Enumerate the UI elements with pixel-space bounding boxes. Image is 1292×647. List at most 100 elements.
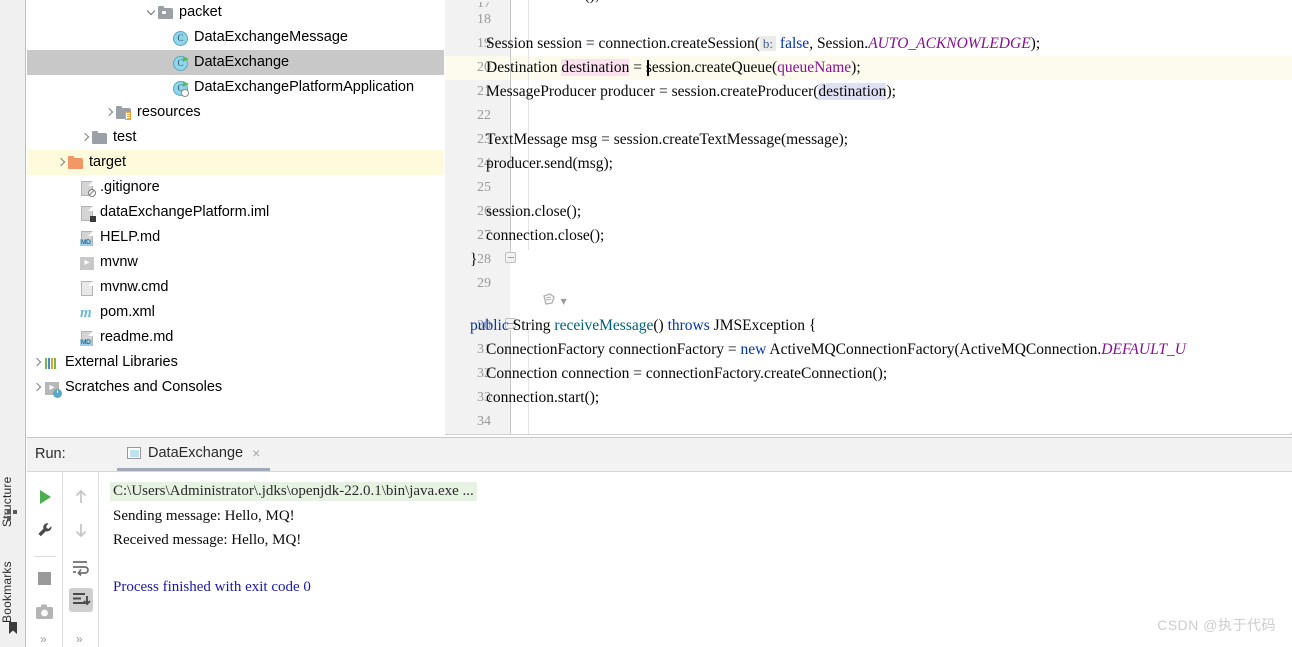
tree-row-dataexchange[interactable]: C DataExchange [27, 50, 444, 75]
code-line-23[interactable]: TextMessage msg = session.createTextMess… [445, 128, 1292, 152]
code-line-34[interactable] [445, 410, 1292, 434]
tree-item-label: mvnw [100, 254, 138, 270]
chevron-down-icon[interactable] [145, 6, 158, 19]
tree-row[interactable]: .gitignore [27, 175, 444, 200]
tree-item-label: pom.xml [100, 304, 155, 320]
stop-button[interactable] [33, 567, 57, 591]
console-line: Sending message: Hello, MQ! [113, 508, 295, 524]
editor-bottom-border [445, 434, 1292, 435]
class-icon: C [173, 30, 189, 46]
console-output[interactable]: C:\Users\Administrator\.jdks\openjdk-22.… [99, 472, 1292, 647]
watermark: CSDN @执于代码 [1157, 617, 1276, 633]
console-line: Received message: Hello, MQ! [113, 532, 302, 548]
code-text: } [470, 251, 478, 268]
code-line-19[interactable]: Session session = connection.createSessi… [445, 32, 1292, 56]
code-text: Session session = connection.createSessi… [486, 35, 1041, 52]
tree-row-scratches[interactable]: ▸ Scratches and Consoles [27, 375, 444, 400]
code-editor[interactable]: 17 18 19 20 21 22 23 24 25 26 27 28 29 3… [445, 0, 1292, 435]
wrench-icon [38, 523, 52, 537]
close-icon[interactable]: × [252, 446, 260, 460]
code-line-33[interactable]: connection.start(); [445, 386, 1292, 410]
code-text: session.close(); [486, 203, 582, 220]
tree-item-label: mvnw.cmd [100, 279, 169, 295]
scroll-to-end-button[interactable] [69, 588, 93, 612]
code-text: producer.send(msg); [486, 155, 613, 172]
tree-row[interactable]: m pom.xml [27, 300, 444, 325]
iml-file-icon [79, 205, 96, 222]
tree-row[interactable]: C DataExchangePlatformApplication [27, 75, 444, 100]
scratches-icon: ▸ [44, 380, 62, 398]
selected-identifier: destination [561, 59, 630, 76]
arrow-down-icon [75, 524, 87, 538]
console-line-command: C:\Users\Administrator\.jdks\openjdk-22.… [110, 482, 477, 501]
prev-occurrence-button[interactable] [69, 485, 93, 509]
run-toolbar-primary: » [27, 472, 63, 647]
code-line-26[interactable]: session.close(); [445, 200, 1292, 224]
wrap-icon [73, 561, 89, 576]
settings-button[interactable] [33, 518, 57, 542]
chevron-right-icon[interactable] [79, 131, 92, 144]
tree-row[interactable]: ▸ mvnw [27, 250, 444, 275]
left-tool-strip-top [0, 0, 26, 440]
tree-row[interactable]: resources [27, 100, 444, 125]
code-text: Destination destination = session.create… [486, 59, 861, 76]
tree-row[interactable]: dataExchangePlatform.iml [27, 200, 444, 225]
tree-row[interactable]: packet [27, 0, 444, 25]
code-line-29[interactable] [445, 272, 1292, 296]
tree-row[interactable]: test [27, 125, 444, 150]
code-line-30[interactable]: public String receiveMessage() throws JM… [445, 314, 1292, 338]
chevron-right-icon[interactable] [31, 356, 44, 369]
tree-item-label: packet [179, 4, 222, 20]
code-line-25[interactable] [445, 176, 1292, 200]
tree-row[interactable]: MD HELP.md [27, 225, 444, 250]
code-line-20[interactable]: Destination destination = session.create… [445, 56, 1292, 80]
code-line-22[interactable] [445, 104, 1292, 128]
chevron-right-icon[interactable] [55, 156, 68, 169]
folder-resources-icon [116, 105, 132, 121]
tree-item-label: HELP.md [100, 229, 161, 245]
chevron-right-icon[interactable] [103, 106, 116, 119]
code-line-24[interactable]: producer.send(msg); [445, 152, 1292, 176]
tree-item-label: Scratches and Consoles [65, 379, 223, 395]
screenshot-button[interactable] [33, 600, 57, 624]
tree-item-label: DataExchange [194, 54, 290, 70]
code-line-31[interactable]: ConnectionFactory connectionFactory = ne… [445, 338, 1292, 362]
code-line-18[interactable] [445, 8, 1292, 32]
folder-icon [158, 5, 174, 21]
project-tree[interactable]: packet C DataExchangeMessage C DataExcha… [27, 0, 444, 435]
gitignore-file-icon [79, 180, 96, 197]
tree-row[interactable]: MD readme.md [27, 325, 444, 350]
folder-icon [92, 130, 108, 146]
console-icon [127, 447, 141, 459]
arrow-up-icon [75, 489, 87, 503]
run-tab-dataexchange[interactable]: DataExchange × [117, 438, 271, 471]
sidebar-tab-structure[interactable]: Structure [0, 462, 26, 542]
toolbar-expand-button-2[interactable]: » [76, 632, 83, 646]
tree-row-target[interactable]: target [27, 150, 444, 175]
cmd-file-icon [79, 280, 95, 296]
idea-window: Structure Bookmarks packet C DataExchang… [0, 0, 1292, 647]
toolbar-divider [34, 556, 56, 557]
code-line-28[interactable]: } [445, 248, 1292, 272]
tree-row[interactable]: mvnw.cmd [27, 275, 444, 300]
text-caret [647, 60, 649, 76]
code-line-21[interactable]: MessageProducer producer = session.creat… [445, 80, 1292, 104]
code-line-27[interactable]: connection.close(); [445, 224, 1292, 248]
code-line-32[interactable]: Connection connection = connectionFactor… [445, 362, 1292, 386]
run-toolbar-secondary: » [63, 472, 99, 647]
chevron-right-icon[interactable] [31, 381, 44, 394]
next-occurrence-button[interactable] [69, 518, 93, 542]
console-line-exit: Process finished with exit code 0 [113, 579, 311, 595]
tree-item-label: target [89, 154, 127, 170]
libraries-icon [44, 355, 60, 371]
toolbar-expand-button[interactable]: » [40, 632, 47, 646]
code-vision-hint[interactable]: ▾ [541, 292, 567, 308]
rerun-button[interactable] [33, 485, 57, 509]
tree-row-external-libraries[interactable]: External Libraries [27, 350, 444, 375]
play-icon [40, 490, 51, 504]
scroll-end-icon [73, 593, 91, 606]
class-run-icon: C [173, 55, 189, 71]
tree-row[interactable]: C DataExchangeMessage [27, 25, 444, 50]
code-line-17[interactable]: connection.start(); [445, 0, 1292, 8]
soft-wrap-button[interactable] [69, 555, 93, 579]
